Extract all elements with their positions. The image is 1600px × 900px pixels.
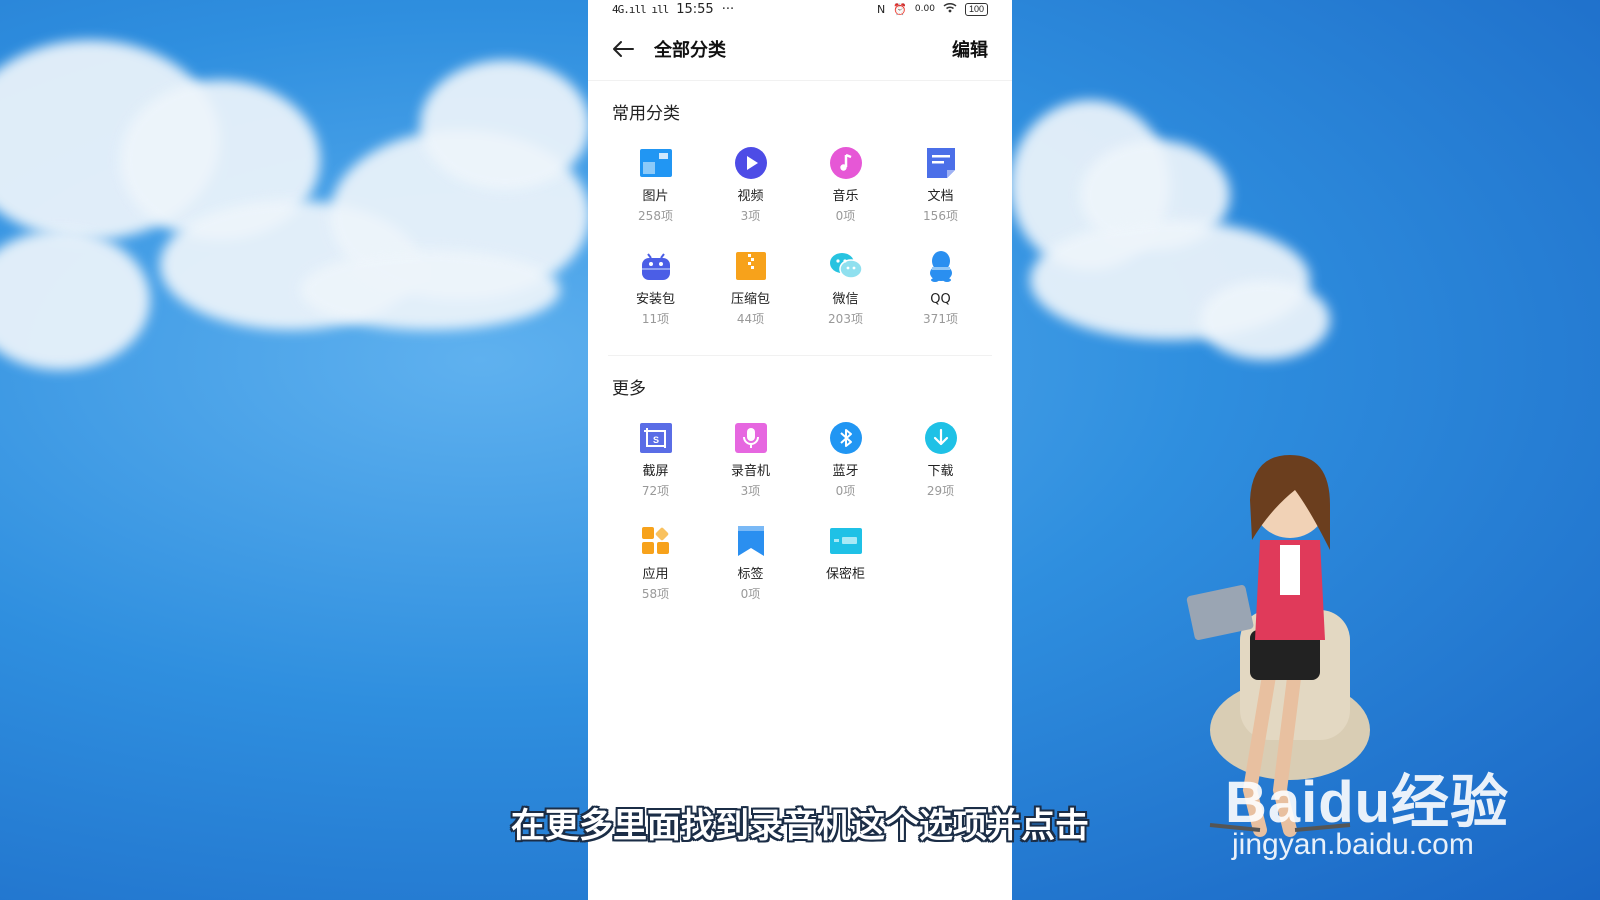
svg-text:S: S xyxy=(652,435,658,445)
category-images[interactable]: 图片 258项 xyxy=(608,145,703,224)
category-archives[interactable]: 压缩包 44项 xyxy=(703,248,798,327)
section-title-common: 常用分类 xyxy=(612,104,680,124)
category-count: 11项 xyxy=(641,312,670,326)
category-count: 3项 xyxy=(740,484,761,498)
category-qq[interactable]: QQ 371项 xyxy=(893,248,988,327)
video-subtitle: 在更多里面找到录音机这个选项并点击 xyxy=(511,806,1089,846)
category-count: 0项 xyxy=(835,484,856,498)
bluetooth-icon xyxy=(828,420,864,456)
recorder-icon xyxy=(733,420,769,456)
more-category-grid: S 截屏 72项 录音机 3项 蓝牙 0项 下载 29项 应用 58项 标签 0… xyxy=(588,420,1012,602)
common-category-grid: 图片 258项 视频 3项 音乐 0项 文档 156项 安装包 11项 压缩包 … xyxy=(588,145,1012,327)
category-documents[interactable]: 文档 156项 xyxy=(893,145,988,224)
category-wechat[interactable]: 微信 203项 xyxy=(798,248,893,327)
screenshot-icon: S xyxy=(638,420,674,456)
category-music[interactable]: 音乐 0项 xyxy=(798,145,893,224)
category-label: 标签 xyxy=(737,567,764,582)
nfc-icon: N xyxy=(876,2,886,16)
category-count: 3项 xyxy=(740,209,761,223)
app-bar: 全部分类 编辑 xyxy=(588,18,1012,81)
status-more: ··· xyxy=(721,1,735,17)
edit-button[interactable]: 编辑 xyxy=(952,36,988,62)
status-bar: 4G.ıll ıll 15:55 ··· N ⏰ 0.00 100 xyxy=(588,0,1012,18)
android-package-icon xyxy=(638,248,674,284)
safe-box-icon xyxy=(828,523,864,559)
document-icon xyxy=(923,145,959,181)
zip-archive-icon xyxy=(733,248,769,284)
category-apps[interactable]: 应用 58项 xyxy=(608,523,703,602)
category-count: 0项 xyxy=(740,587,761,601)
category-downloads[interactable]: 下载 29项 xyxy=(893,420,988,499)
category-label: 音乐 xyxy=(832,189,859,204)
category-label: 图片 xyxy=(642,189,669,204)
category-label: 保密柜 xyxy=(825,567,865,582)
back-arrow-icon[interactable] xyxy=(612,38,634,60)
apps-icon xyxy=(638,523,674,559)
section-divider xyxy=(608,355,992,356)
category-count: 58项 xyxy=(641,587,670,601)
category-label: 蓝牙 xyxy=(832,464,859,479)
category-label: 微信 xyxy=(832,292,859,307)
category-apk-packages[interactable]: 安装包 11项 xyxy=(608,248,703,327)
category-count: 203项 xyxy=(828,312,863,326)
video-play-icon xyxy=(733,145,769,181)
category-label: 压缩包 xyxy=(730,292,770,307)
category-count: 72项 xyxy=(641,484,670,498)
category-label: 文档 xyxy=(927,189,954,204)
signal-indicator: 4G.ıll ıll xyxy=(612,2,669,16)
category-count: 44项 xyxy=(736,312,765,326)
qq-icon xyxy=(923,248,959,284)
category-label: 视频 xyxy=(737,189,764,204)
category-safe-box[interactable]: 保密柜 xyxy=(798,523,893,602)
category-count: 29项 xyxy=(926,484,955,498)
section-title-more: 更多 xyxy=(612,379,646,399)
category-videos[interactable]: 视频 3项 xyxy=(703,145,798,224)
image-icon xyxy=(638,145,674,181)
category-screenshots[interactable]: S 截屏 72项 xyxy=(608,420,703,499)
category-label: 录音机 xyxy=(730,464,770,479)
category-tags[interactable]: 标签 0项 xyxy=(703,523,798,602)
category-count: 371项 xyxy=(923,312,958,326)
category-bluetooth[interactable]: 蓝牙 0项 xyxy=(798,420,893,499)
category-recorder[interactable]: 录音机 3项 xyxy=(703,420,798,499)
category-count: 258项 xyxy=(638,209,673,223)
alarm-icon: ⏰ xyxy=(893,2,907,16)
net-speed: 0.00 xyxy=(914,4,935,14)
status-time: 15:55 xyxy=(676,1,714,17)
download-icon xyxy=(923,420,959,456)
wifi-icon xyxy=(943,2,957,17)
wechat-icon xyxy=(828,248,864,284)
phone-screen: 4G.ıll ıll 15:55 ··· N ⏰ 0.00 100 全部分类 编… xyxy=(588,0,1012,900)
category-label: QQ xyxy=(930,292,951,307)
category-label: 安装包 xyxy=(635,292,675,307)
page-title: 全部分类 xyxy=(654,40,726,61)
music-icon xyxy=(828,145,864,181)
category-label: 截屏 xyxy=(642,464,669,479)
bookmark-tag-icon xyxy=(733,523,769,559)
category-label: 应用 xyxy=(642,567,669,582)
battery-indicator: 100 xyxy=(964,2,988,16)
category-count: 0项 xyxy=(835,209,856,223)
category-count: 156项 xyxy=(923,209,958,223)
category-label: 下载 xyxy=(927,464,954,479)
